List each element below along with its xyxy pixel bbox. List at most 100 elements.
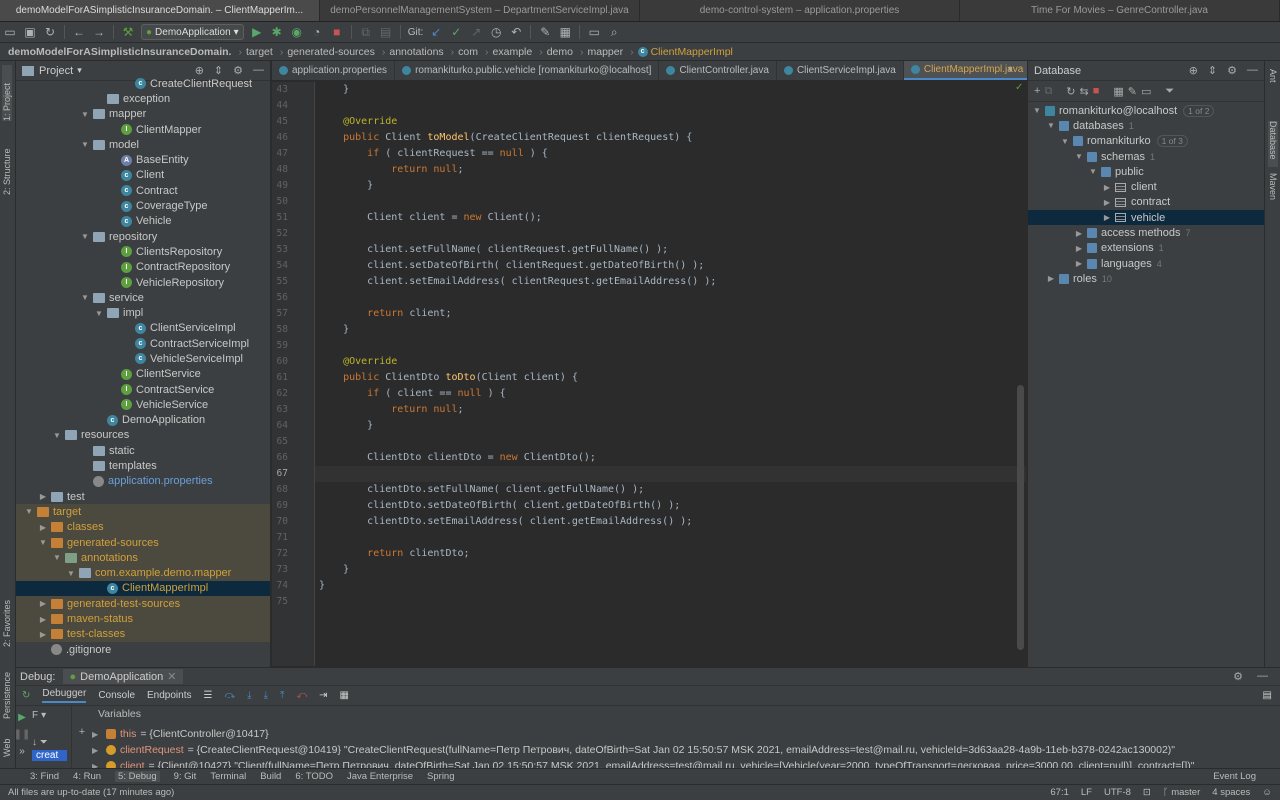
git-branch[interactable]: ᚴ master <box>1163 787 1200 798</box>
breadcrumb-item[interactable]: ClientMapperImpl <box>651 46 733 58</box>
project-tree-item[interactable]: I VehicleRepository <box>16 275 270 290</box>
line-number[interactable]: 44 <box>272 98 314 114</box>
variable-row[interactable]: ▶ client = {Client@10427} "Client(fullName… <box>92 758 1280 768</box>
project-tree-item[interactable]: ▼ target <box>16 504 270 520</box>
project-tree-item[interactable]: I ClientMapper <box>16 122 270 137</box>
project-tree-item[interactable]: I ContractService <box>16 382 270 397</box>
rollback-icon[interactable]: ↶ <box>509 25 523 39</box>
expand-arrow-icon[interactable]: ▼ <box>66 569 76 578</box>
drop-frame-icon[interactable]: ⤺ <box>296 690 307 701</box>
open-folder-icon[interactable]: ▭ <box>3 25 17 39</box>
expand-arrow-icon[interactable]: ▼ <box>80 140 90 149</box>
attach-icon[interactable]: ⧉ <box>359 25 373 39</box>
chevron-down-icon[interactable]: ▾ <box>41 710 46 721</box>
locate-icon[interactable]: ⊕ <box>195 64 204 77</box>
project-tree-item[interactable]: .gitignore <box>16 642 270 657</box>
database-tree-item[interactable]: ▶ languages 4 <box>1028 256 1264 271</box>
project-structure-icon[interactable]: ▦ <box>558 25 572 39</box>
line-number[interactable]: 68 <box>272 482 314 498</box>
step-into-icon[interactable]: ⤓ <box>247 690 251 701</box>
frame-item[interactable]: creat <box>32 750 67 761</box>
filter-icon[interactable]: ⏷ <box>40 737 48 748</box>
expand-arrow-icon[interactable]: ▼ <box>94 309 104 318</box>
line-number[interactable]: 62 <box>272 386 314 402</box>
line-number[interactable]: 52 <box>272 226 314 242</box>
line-number[interactable]: 45 <box>272 114 314 130</box>
line-number[interactable]: 66 <box>272 450 314 466</box>
line-number[interactable]: 64 <box>272 418 314 434</box>
terminal-tool-button[interactable]: Terminal <box>210 771 246 782</box>
window-tab[interactable]: demo-control-system – application.proper… <box>640 0 960 21</box>
collapse-arrow-icon[interactable]: ▶ <box>38 599 48 608</box>
line-number[interactable]: 53 <box>272 242 314 258</box>
project-tree-item[interactable]: ▼ impl <box>16 305 270 320</box>
expand-arrow-icon[interactable]: ▼ <box>1060 137 1070 146</box>
database-tree-item[interactable]: ▶ access methods 7 <box>1028 225 1264 240</box>
database-tree-item[interactable]: ▼ romankiturko@localhost 1 of 2 <box>1028 103 1264 118</box>
maven-tool-button[interactable]: Maven <box>1268 173 1278 213</box>
build-hammer-icon[interactable]: ⚒ <box>121 25 135 39</box>
line-number[interactable]: 49 <box>272 178 314 194</box>
collapse-arrow-icon[interactable]: ▶ <box>1046 274 1056 283</box>
window-tab-active[interactable]: demoModelForASimplisticInsuranceDomain. … <box>0 0 320 21</box>
git-tool-button[interactable]: 9: Git <box>174 771 197 782</box>
forward-icon[interactable]: → <box>92 25 106 39</box>
chevron-down-icon[interactable]: ▾ <box>77 65 82 76</box>
collapse-arrow-icon[interactable]: ▶ <box>92 746 102 755</box>
project-tree-item[interactable]: c DemoApplication <box>16 413 270 428</box>
collapse-icon[interactable]: ⇕ <box>1208 64 1217 77</box>
line-number[interactable]: 48 <box>272 162 314 178</box>
collapse-arrow-icon[interactable]: ▶ <box>1074 259 1084 268</box>
sync-schema-icon[interactable]: ⇆ <box>1080 85 1089 98</box>
line-number[interactable]: 60 <box>272 354 314 370</box>
expand-arrow-icon[interactable]: ▼ <box>80 110 90 119</box>
presentation-icon[interactable]: ▭ <box>587 25 601 39</box>
close-icon[interactable]: ✕ <box>167 670 176 683</box>
back-icon[interactable]: ← <box>72 25 86 39</box>
project-title[interactable]: Project <box>39 65 73 77</box>
debug-session-tab[interactable]: ● DemoApplication ✕ <box>63 669 183 684</box>
project-tree-item[interactable]: A BaseEntity <box>16 152 270 167</box>
git-update-icon[interactable]: ↙ <box>429 25 443 39</box>
project-tree-item[interactable]: ▼ annotations <box>16 550 270 566</box>
line-number[interactable]: 57 <box>272 306 314 322</box>
editor-tab[interactable]: ClientController.java <box>659 61 777 80</box>
debug-tool-button[interactable]: 5: Debug <box>115 771 160 782</box>
minimize-icon[interactable]: — <box>253 64 264 77</box>
project-tree-item[interactable]: c ClientServiceImpl <box>16 321 270 336</box>
project-tree-item[interactable]: ▼ service <box>16 290 270 305</box>
editor-scrollbar[interactable] <box>1017 385 1024 650</box>
line-number[interactable]: 55 <box>272 274 314 290</box>
build-tool-button[interactable]: Build <box>260 771 281 782</box>
down-arrow-icon[interactable]: ↓ <box>32 737 37 748</box>
minimize-icon[interactable]: — <box>1257 670 1268 683</box>
history-icon[interactable]: ◷ <box>489 25 503 39</box>
project-tree-item[interactable]: ▼ mapper <box>16 107 270 122</box>
find-tool-button[interactable]: 3: Find <box>30 771 59 782</box>
line-number[interactable]: 51 <box>272 210 314 226</box>
database-tree-item[interactable]: ▼ romankiturko 1 of 3 <box>1028 134 1264 149</box>
project-tree-item[interactable]: ▼ resources <box>16 428 270 443</box>
favorites-tool-button[interactable]: 2: Favorites <box>2 581 12 647</box>
project-tree-item[interactable]: c ClientMapperImpl <box>16 580 270 597</box>
database-tree-item[interactable]: ▼ public <box>1028 164 1264 179</box>
table-view-icon[interactable]: ▦ <box>1113 85 1123 98</box>
line-number[interactable]: 46 <box>272 130 314 146</box>
collapse-arrow-icon[interactable]: ▶ <box>1074 244 1084 253</box>
line-separator[interactable]: LF <box>1081 787 1092 798</box>
line-number[interactable]: 74 <box>272 578 314 594</box>
stop-icon[interactable]: ■ <box>330 25 344 39</box>
project-tree-item[interactable]: ▶ generated-test-sources <box>16 596 270 612</box>
copy-icon[interactable]: ⧉ <box>1044 85 1052 98</box>
edit-icon[interactable]: ✎ <box>1128 85 1137 98</box>
editor-tab[interactable]: application.properties <box>272 61 396 80</box>
git-push-icon[interactable]: ↗ <box>469 25 483 39</box>
variable-row[interactable]: ▶ this = {ClientController@10417} <box>92 726 1280 742</box>
database-tool-button[interactable]: Database <box>1268 121 1278 167</box>
project-tree-item[interactable]: c CoverageType <box>16 198 270 213</box>
collapse-arrow-icon[interactable]: ▶ <box>38 615 48 624</box>
step-over-icon[interactable]: ⤼ <box>224 690 235 701</box>
collapse-arrow-icon[interactable]: ▶ <box>38 523 48 532</box>
project-tree-item[interactable]: ▶ test <box>16 489 270 504</box>
menu-icon[interactable]: ☰ <box>204 690 213 701</box>
